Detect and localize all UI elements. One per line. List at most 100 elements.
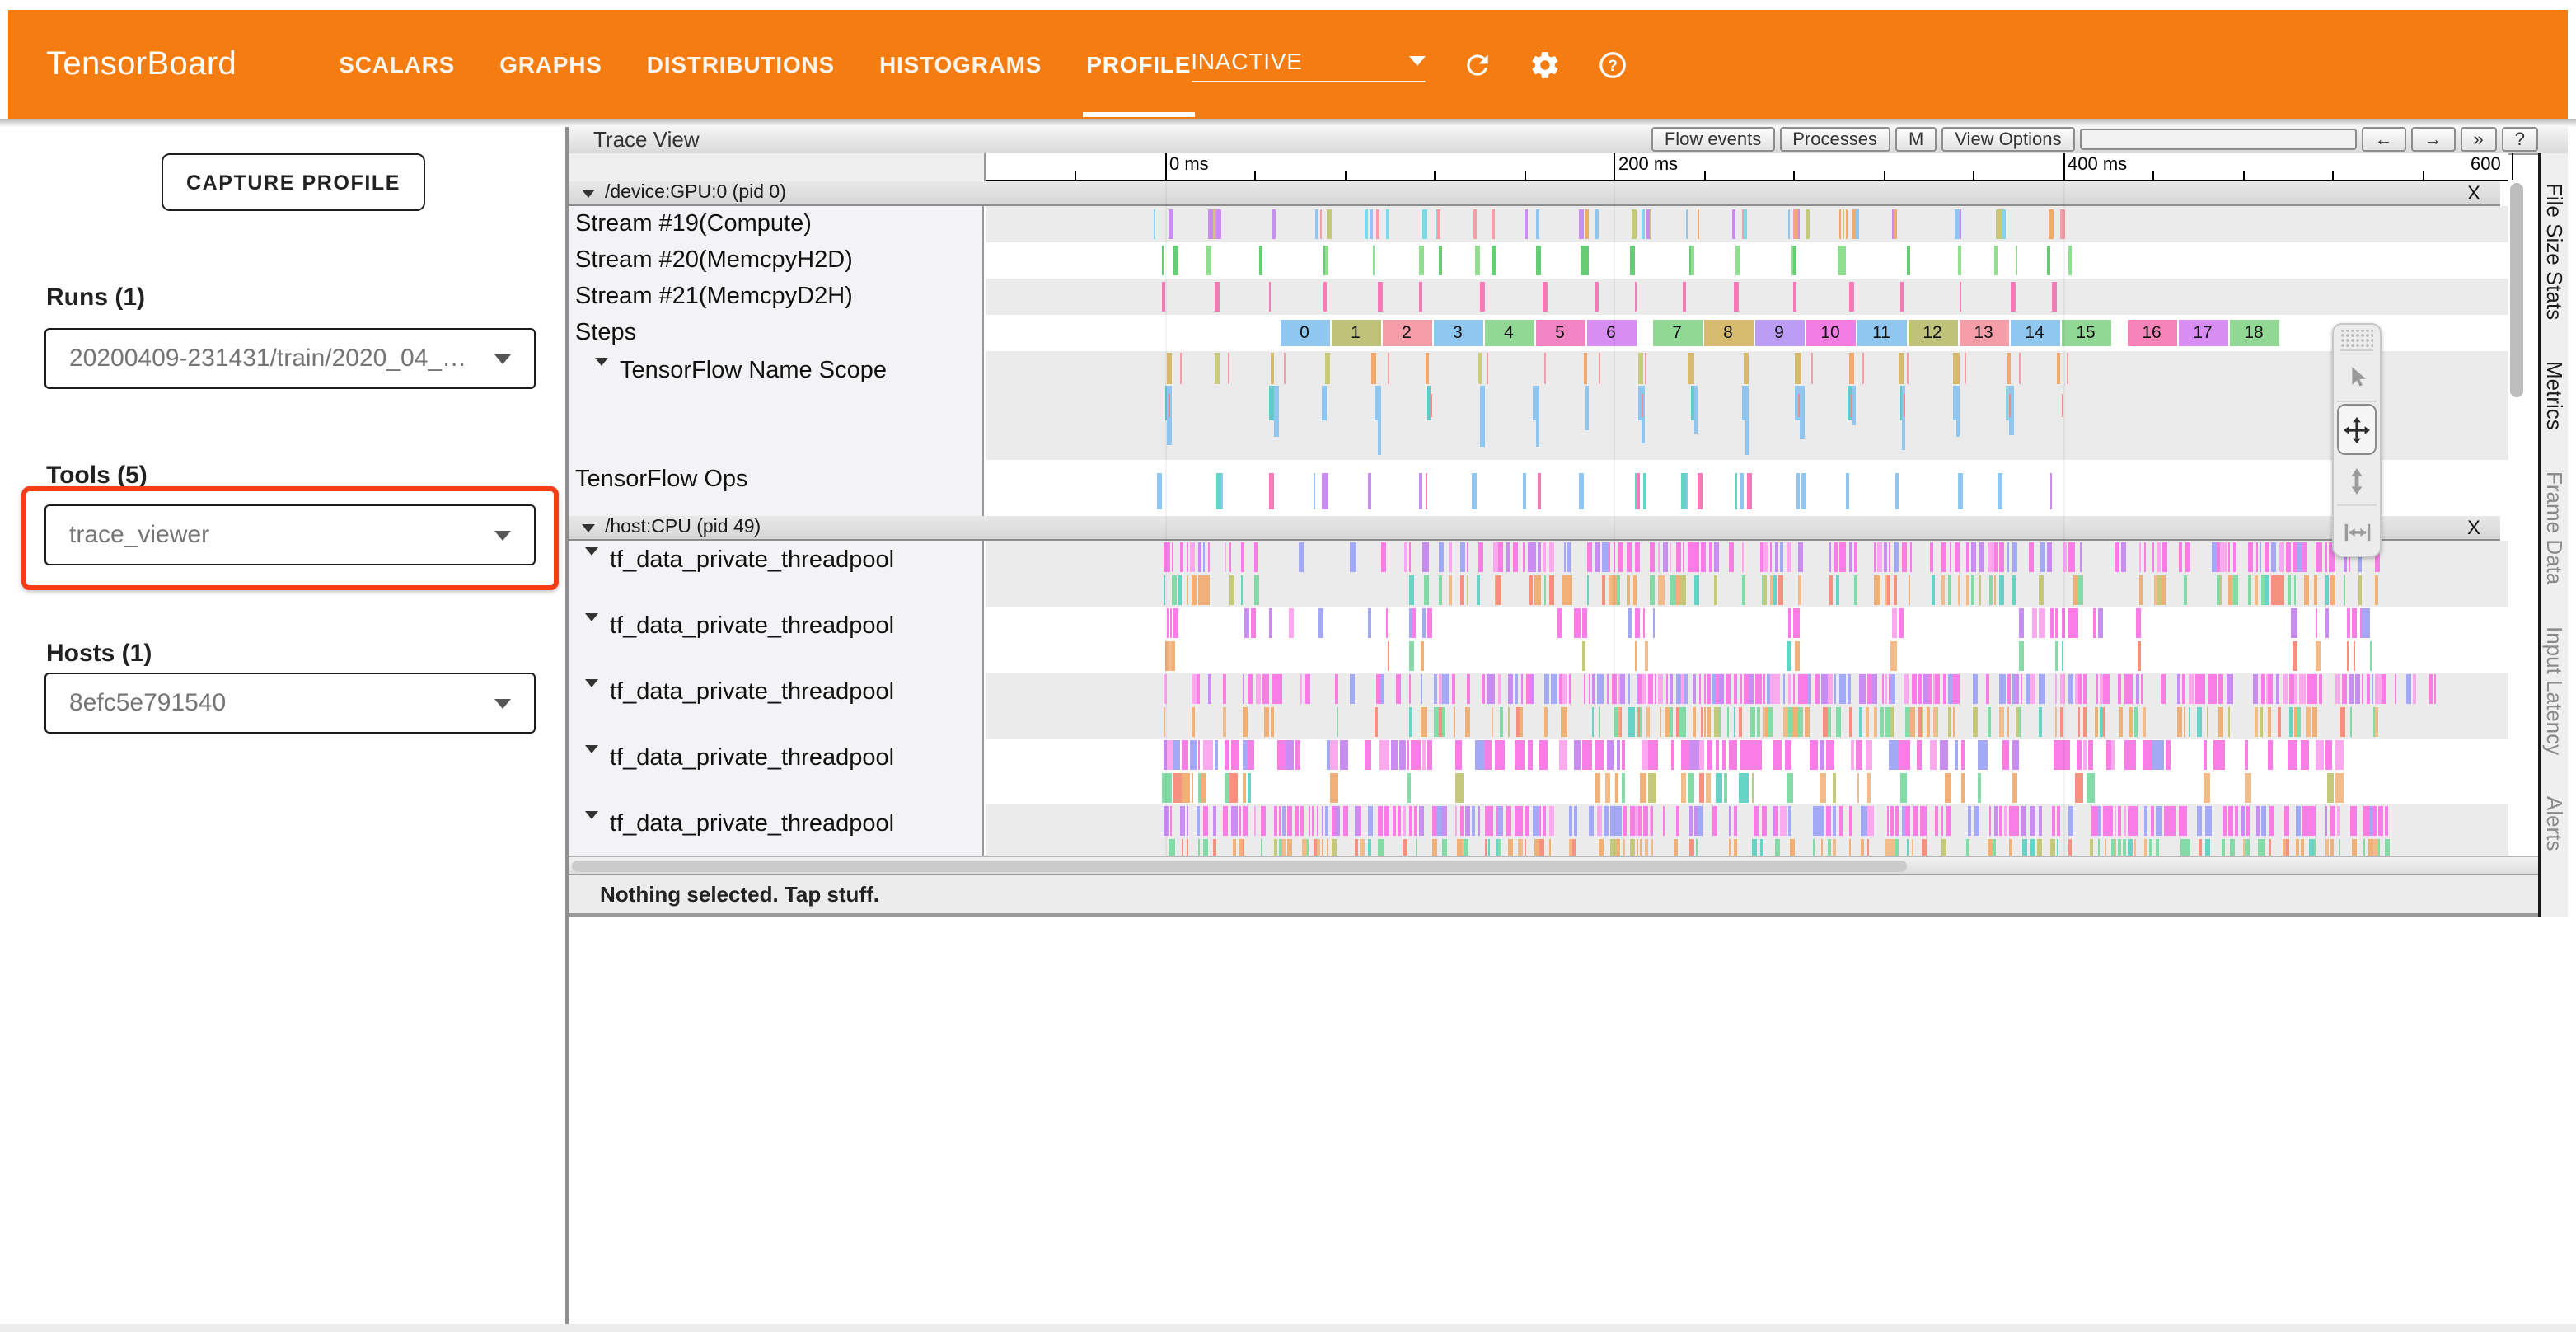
step-block-17[interactable]: 17	[2178, 319, 2227, 345]
horizontal-splitter[interactable]	[569, 856, 2568, 875]
trace-event-mark	[1821, 674, 1827, 704]
side-tab-metrics[interactable]: Metrics	[2542, 361, 2567, 430]
tab-distributions[interactable]: DISTRIBUTIONS	[647, 10, 835, 119]
trace-event-mark	[2078, 674, 2081, 704]
trace-button-view-options[interactable]: View Options	[1941, 127, 2074, 152]
trace-event-mark	[1267, 674, 1270, 704]
trace-event-mark	[1757, 706, 1760, 736]
step-block-0[interactable]: 0	[1280, 319, 1329, 345]
step-block-14[interactable]: 14	[2010, 319, 2059, 345]
fast-forward-button[interactable]: »	[2461, 127, 2497, 152]
trace-event-mark	[1748, 473, 1752, 509]
tools-select[interactable]: trace_viewer	[44, 504, 536, 565]
step-block-11[interactable]: 11	[1857, 319, 1906, 345]
trace-event-mark	[2330, 806, 2335, 836]
side-tab-frame-data[interactable]: Frame Data	[2542, 471, 2567, 584]
gpu-section-header[interactable]: /device:GPU:0 (pid 0)X	[569, 181, 2500, 206]
step-block-7[interactable]: 7	[1652, 319, 1702, 345]
trace-button-m[interactable]: M	[1895, 127, 1937, 152]
tab-scalars[interactable]: SCALARS	[339, 10, 455, 119]
help-icon[interactable]: ?	[1596, 49, 1628, 80]
side-tab-file-size-stats[interactable]: File Size Stats	[2542, 183, 2567, 320]
trace-event-mark	[2395, 674, 2397, 704]
trace-button-flow-events[interactable]: Flow events	[1651, 127, 1774, 152]
trace-event-mark	[1635, 542, 1639, 572]
trace-row-label: Stream #19(Compute)	[569, 206, 984, 242]
trace-event-mark	[1471, 806, 1475, 836]
trace-event-mark	[2362, 674, 2363, 704]
trace-event-mark	[2012, 542, 2018, 572]
trace-event-mark	[1712, 806, 1717, 836]
trace-event-mark	[1163, 772, 1172, 802]
next-arrow-button[interactable]: →	[2411, 127, 2456, 152]
trace-event-mark	[2384, 838, 2389, 856]
runs-select[interactable]: 20200409-231431/train/2020_04_…	[44, 328, 536, 389]
hosts-select[interactable]: 8efc5e791540	[44, 673, 536, 734]
gpu-section-header-close-button[interactable]: X	[2467, 181, 2480, 204]
status-dropdown[interactable]: INACTIVE	[1191, 47, 1425, 82]
step-block-6[interactable]: 6	[1586, 319, 1636, 345]
step-block-5[interactable]: 5	[1535, 319, 1585, 345]
step-block-3[interactable]: 3	[1433, 319, 1482, 345]
selection-cursor-button[interactable]	[2337, 353, 2377, 402]
trace-row-timeline	[986, 541, 2508, 607]
host-section-header-close-button[interactable]: X	[2467, 516, 2480, 539]
step-block-12[interactable]: 12	[1908, 319, 1957, 345]
trace-event-mark	[1214, 740, 1218, 770]
side-tab-alerts[interactable]: Alerts	[2542, 795, 2567, 850]
step-block-10[interactable]: 10	[1806, 319, 1855, 345]
trace-event-mark	[1989, 806, 1991, 836]
trace-event-mark	[1707, 674, 1711, 704]
vertical-scrollbar-thumb[interactable]	[2510, 183, 2523, 397]
vertical-zoom-button[interactable]	[2337, 457, 2377, 506]
trace-event-mark	[1751, 740, 1761, 770]
find-input[interactable]	[2080, 129, 2357, 150]
tab-graphs[interactable]: GRAPHS	[499, 10, 602, 119]
trace-event-mark	[1587, 575, 1589, 604]
trace-help-button[interactable]: ?	[2502, 127, 2538, 152]
step-block-16[interactable]: 16	[2127, 319, 2176, 345]
trace-event-mark	[1977, 740, 1988, 770]
trace-row-label[interactable]: tf_data_private_threadpool	[569, 673, 984, 739]
trace-event-mark	[1407, 740, 1410, 770]
side-tab-input-latency[interactable]: Input Latency	[2542, 626, 2567, 754]
timing-span-button[interactable]	[2337, 508, 2377, 556]
horizontal-scrollbar-thumb[interactable]	[572, 861, 1907, 872]
step-block-4[interactable]: 4	[1484, 319, 1534, 345]
capture-profile-button[interactable]: CAPTURE PROFILE	[162, 153, 425, 211]
step-block-2[interactable]: 2	[1382, 319, 1431, 345]
trace-row-label[interactable]: tf_data_private_threadpool	[569, 804, 984, 856]
trace-event-mark	[1887, 575, 1890, 604]
step-block-9[interactable]: 9	[1754, 319, 1804, 345]
trace-row-label[interactable]: TensorFlow Name Scope	[569, 351, 984, 460]
tab-histograms[interactable]: HISTOGRAMS	[879, 10, 1042, 119]
tab-profile[interactable]: PROFILE	[1086, 10, 1191, 119]
trace-event-mark	[2156, 838, 2160, 856]
settings-gear-icon[interactable]	[1529, 49, 1560, 80]
step-block-13[interactable]: 13	[1959, 319, 2008, 345]
trace-event-mark	[2082, 740, 2086, 770]
trace-event-mark	[1629, 806, 1634, 836]
trace-event-mark	[1595, 282, 1599, 312]
trace-event-mark	[1375, 674, 1380, 704]
step-block-15[interactable]: 15	[2061, 319, 2110, 345]
trace-event-mark	[1839, 806, 1843, 836]
trace-event-mark	[1874, 542, 1876, 572]
step-block-8[interactable]: 8	[1703, 319, 1753, 345]
trace-event-mark	[1169, 640, 1171, 670]
trace-event-mark	[1724, 772, 1727, 802]
host-section-header[interactable]: /host:CPU (pid 49)X	[569, 516, 2500, 541]
trace-button-processes[interactable]: Processes	[1779, 127, 1890, 152]
trace-row-label[interactable]: tf_data_private_threadpool	[569, 607, 984, 673]
trace-row-label[interactable]: tf_data_private_threadpool	[569, 739, 984, 804]
prev-arrow-button[interactable]: ←	[2362, 127, 2406, 152]
step-block-18[interactable]: 18	[2229, 319, 2279, 345]
trace-event-mark	[1696, 838, 1698, 856]
pan-move-button[interactable]	[2337, 404, 2377, 455]
trace-row-label[interactable]: tf_data_private_threadpool	[569, 541, 984, 607]
palette-drag-handle[interactable]	[2340, 330, 2373, 351]
step-block-1[interactable]: 1	[1331, 319, 1380, 345]
refresh-icon[interactable]	[1461, 49, 1492, 80]
trace-event-mark	[1740, 706, 1743, 736]
trace-event-mark	[1792, 282, 1796, 312]
